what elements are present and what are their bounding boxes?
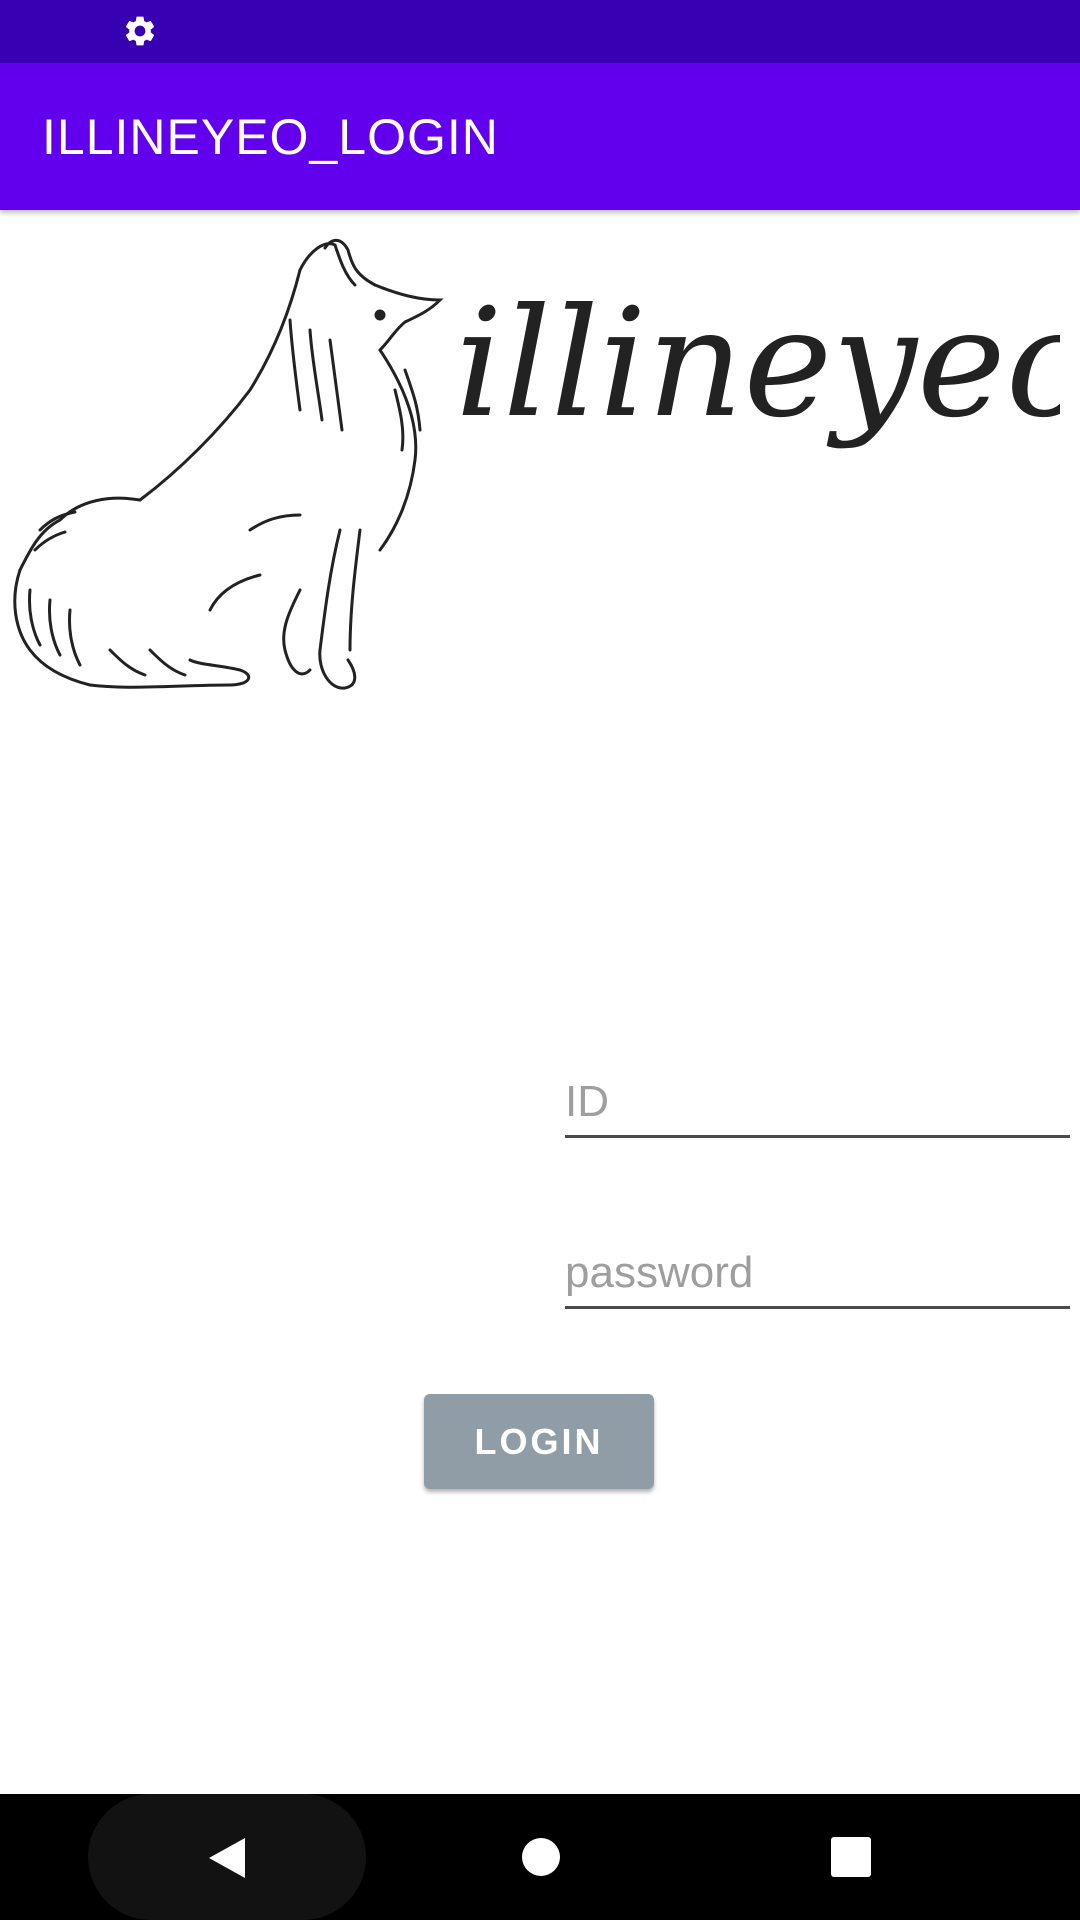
navigation-bar [0,1794,1080,1920]
login-button-label: LOGIN [474,1420,604,1462]
back-icon [209,1838,245,1878]
id-input[interactable] [565,1077,1070,1127]
status-bar [0,0,1080,63]
gear-icon [125,16,155,46]
app-title: ILLINEYEO_LOGIN [42,109,499,165]
back-button[interactable] [88,1794,366,1920]
logo-wordmark: illineyeo [455,277,1060,451]
password-field[interactable] [565,1226,1070,1309]
id-field[interactable] [565,1055,1070,1138]
recents-icon[interactable] [831,1837,871,1877]
home-icon[interactable] [521,1837,561,1877]
password-input[interactable] [565,1248,1070,1298]
dog-sketch-logo: illineyeo [13,238,1060,690]
app-bar: ILLINEYEO_LOGIN [0,63,1080,210]
login-button[interactable]: LOGIN [424,1394,654,1489]
